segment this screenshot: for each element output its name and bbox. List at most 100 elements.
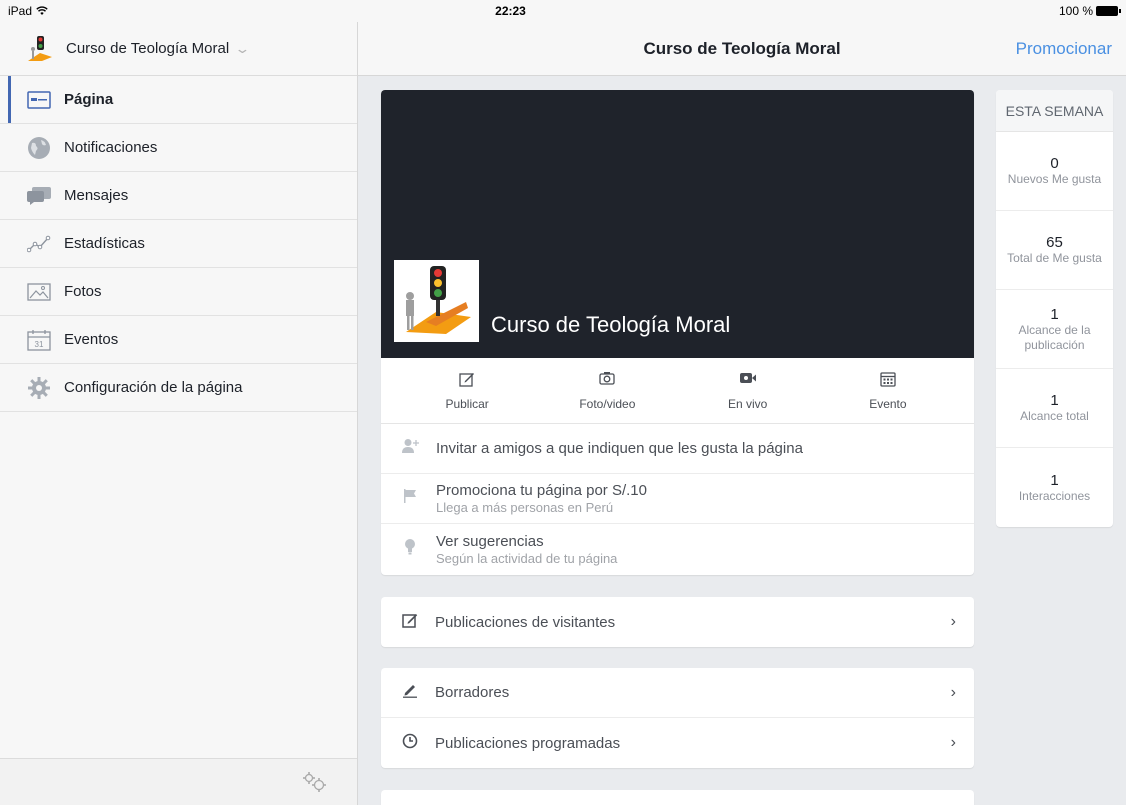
nav-title: Curso de Teología Moral [643,39,841,58]
event-button[interactable]: Evento [818,358,958,423]
page-switcher[interactable]: Curso de Teología Moral ⌄ [0,22,357,76]
sidebar-item-configuracion[interactable]: Configuración de la página [0,364,357,412]
visitor-posts-card: Publicaciones de visitantes › [381,597,974,647]
camera-icon [599,371,616,389]
drafts-label: Borradores [435,684,510,701]
invite-friends-row[interactable]: Invitar a amigos a que indiquen que les … [381,424,974,474]
sidebar-item-label: Eventos [64,331,119,348]
sidebar-item-mensajes[interactable]: Mensajes [0,172,357,220]
lightbulb-icon [401,538,419,561]
cover-photo[interactable]: Curso de Teología Moral [381,90,974,358]
sidebar-item-label: Mensajes [64,187,129,204]
stat-total-reach[interactable]: 1 Alcance total [996,369,1113,448]
sidebar-item-label: Estadísticas [64,235,145,252]
battery-icon [1096,6,1121,16]
stat-value: 1 [1050,392,1059,409]
messages-icon [26,183,52,209]
profile-picture[interactable] [394,260,479,342]
wifi-icon [36,6,48,15]
battery-indicator: 100 % [1058,4,1121,18]
next-card [381,790,974,805]
visitor-posts-row[interactable]: Publicaciones de visitantes › [381,597,974,647]
chevron-right-icon: › [950,734,956,751]
calendar-icon: 31 [26,327,52,353]
sidebar-item-notificaciones[interactable]: Notificaciones [0,124,357,172]
suggestions-sublabel: Según la actividad de tu página [436,550,618,566]
clock: 22:23 [495,4,526,18]
pencil-icon [401,682,419,703]
promote-page-label: Promociona tu página por S/.10 [436,482,647,499]
drafts-row[interactable]: Borradores › [381,668,974,718]
page-logo-icon [26,35,54,63]
event-label: Evento [869,396,907,411]
promote-page-sublabel: Llega a más personas en Perú [436,500,614,515]
scheduled-posts-row[interactable]: Publicaciones programadas › [381,718,974,768]
clock-icon [401,733,419,754]
invite-friends-label: Invitar a amigos a que indiquen que les … [436,440,803,457]
suggestions-row[interactable]: Ver sugerencias Según la actividad de tu… [381,524,974,574]
add-friend-icon [401,438,419,459]
stats-heading: ESTA SEMANA [996,90,1113,132]
stat-value: 1 [1050,471,1059,489]
sidebar-item-fotos[interactable]: Fotos [0,268,357,316]
live-label: En vivo [727,396,768,411]
edit-icon [459,371,475,389]
device-label: iPad [8,4,33,18]
action-bar: Publicar Foto/video En vivo Evento [381,358,974,424]
stat-value: 1 [1050,305,1059,323]
flag-icon [401,488,419,509]
stat-new-likes[interactable]: 0 Nuevos Me gusta [996,132,1113,211]
stat-total-likes[interactable]: 65 Total de Me gusta [996,211,1113,290]
stat-post-reach[interactable]: 1 Alcance de la publicación [996,290,1113,369]
gear-icon [26,375,52,401]
chevron-right-icon: › [950,613,956,630]
publish-button[interactable]: Publicar [397,358,537,423]
stat-label: Alcance total [1020,409,1089,423]
sidebar-item-label: Notificaciones [64,139,158,156]
sidebar-footer [0,758,357,805]
stat-label: Alcance de la publicación [1018,322,1091,352]
sidebar-item-label: Página [64,91,114,108]
stat-engagement[interactable]: 1 Interacciones [996,448,1113,527]
drafts-card: Borradores › Publicaciones programadas › [381,668,974,768]
stat-value: 65 [1046,234,1063,251]
chevron-right-icon: › [950,683,956,701]
sidebar-item-pagina[interactable]: Página [0,76,357,124]
stat-label: Interacciones [1018,488,1091,503]
sidebar-item-estadisticas[interactable]: Estadísticas [0,220,357,268]
stat-label: Total de Me gusta [1007,251,1102,265]
photo-video-button[interactable]: Foto/video [537,358,677,423]
carrier: iPad [8,4,48,18]
promote-button[interactable]: Promocionar [1016,39,1112,59]
weekly-stats: ESTA SEMANA 0 Nuevos Me gusta 65 Total d… [996,90,1113,527]
chevron-down-icon: ⌄ [234,40,251,56]
cover-page-name: Curso de Teología Moral [491,312,731,337]
live-button[interactable]: En vivo [678,358,818,423]
edit-icon [401,612,419,633]
page-switcher-label: Curso de Teología Moral [66,40,230,57]
settings-gears-icon[interactable] [301,771,327,798]
scheduled-posts-label: Publicaciones programadas [435,734,621,752]
sidebar-item-label: Fotos [64,283,102,300]
globe-icon [26,135,52,161]
visitor-posts-label: Publicaciones de visitantes [435,613,616,631]
photos-icon [26,279,52,305]
sidebar: Curso de Teología Moral ⌄ Página Notific… [0,22,358,805]
stat-value: 0 [1050,155,1059,172]
sidebar-item-label: Configuración de la página [64,379,243,396]
promote-page-row[interactable]: Promociona tu página por S/.10 Llega a m… [381,474,974,524]
stats-icon [26,231,52,257]
page-icon [26,87,52,113]
suggestions-label: Ver sugerencias [436,532,544,550]
calendar-icon [880,371,896,389]
live-video-icon [739,371,757,389]
status-bar: iPad 22:23 100 % [0,0,1126,22]
stat-label: Nuevos Me gusta [1007,172,1102,186]
battery-percent: 100 % [1058,4,1093,18]
sidebar-item-eventos[interactable]: 31 Eventos [0,316,357,364]
photo-video-label: Foto/video [579,396,636,411]
page-header-card: Curso de Teología Moral Publicar Foto/vi… [381,90,974,575]
publish-label: Publicar [445,396,489,411]
top-nav: Curso de Teología Moral Promocionar [358,22,1126,76]
calendar-day: 31 [35,340,44,349]
